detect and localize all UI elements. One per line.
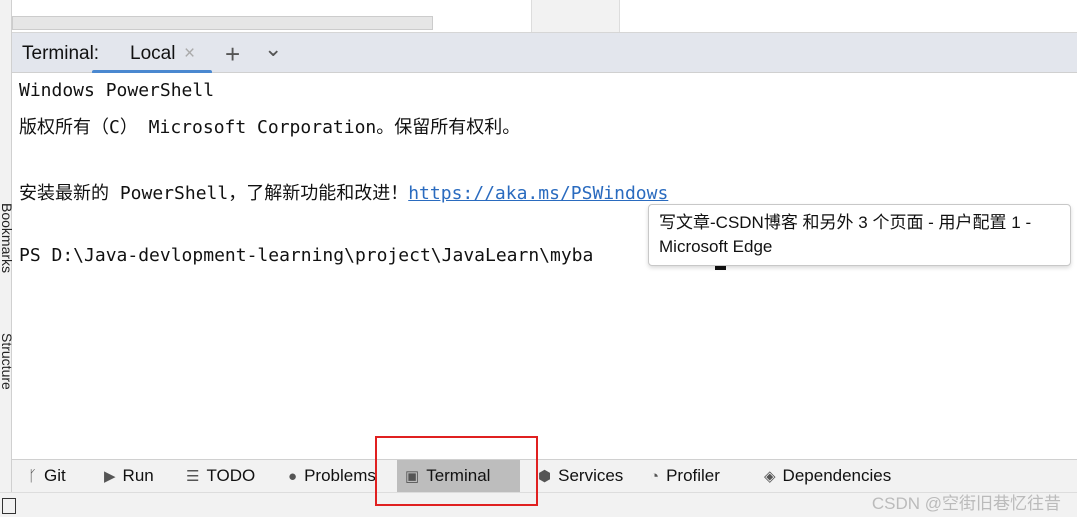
terminal-line: Windows PowerShell [19, 80, 215, 101]
add-tab-icon[interactable]: + [225, 39, 240, 70]
toolbar-services[interactable]: ⬢ Services [530, 460, 631, 492]
watermark: CSDN @空街旧巷忆往昔 [871, 494, 1061, 513]
toolbar-git[interactable]: ᚴ Git [20, 460, 74, 492]
toolbar-todo[interactable]: ☰ TODO [178, 460, 263, 492]
terminal-output[interactable]: Windows PowerShell 版权所有（C） Microsoft Cor… [12, 73, 1077, 459]
play-icon: ▶ [104, 468, 116, 485]
toolbar-dependencies[interactable]: ◈ Dependencies [756, 460, 899, 492]
terminal-line: 安装最新的 PowerShell，了解新功能和改进！ [19, 183, 409, 204]
taskbar-tooltip: 写文章-CSDN博客 和另外 3 个页面 - 用户配置 1 - Microsof… [648, 204, 1071, 266]
profiler-icon: ◔ [650, 467, 660, 485]
horizontal-scrollbar[interactable] [12, 16, 433, 30]
toolbar-run[interactable]: ▶ Run [96, 460, 162, 492]
status-bar: CSDN @空街旧巷忆往昔 [0, 492, 1077, 517]
powershell-link[interactable]: https://aka.ms/PSWindows [408, 183, 668, 204]
services-icon: ⬢ [538, 468, 552, 485]
git-branch-icon: ᚴ [28, 467, 38, 485]
close-icon[interactable]: × [184, 43, 195, 65]
editor-gutter-panel [531, 0, 620, 32]
terminal-tab-bar: Terminal: Local × + ⌄ [12, 32, 1077, 74]
terminal-label: Terminal: [22, 43, 100, 64]
tab-local[interactable]: Local [130, 43, 175, 65]
chevron-down-icon[interactable]: ⌄ [264, 36, 282, 62]
terminal-line: 版权所有（C） Microsoft Corporation。保留所有权利。 [19, 117, 521, 138]
bottom-tool-window-bar: ᚴ Git ▶ Run ☰ TODO ● Problems ▣ Terminal ⬢ Ser… [12, 459, 1077, 492]
tooltip-line: Microsoft Edge [659, 237, 773, 256]
panel-toggle-icon[interactable] [2, 498, 16, 514]
tooltip-line: 写文章-CSDN博客 和另外 3 个页面 - 用户配置 1 - [659, 213, 1032, 232]
alert-icon: ● [288, 467, 298, 485]
left-tool-strip: Bookmarks Structure [0, 0, 15, 492]
toolbar-profiler[interactable]: ◔ Profiler [642, 460, 728, 492]
highlight-box [375, 436, 538, 506]
list-icon: ☰ [186, 468, 200, 485]
toolbar-problems[interactable]: ● Problems [280, 460, 384, 492]
layers-icon: ◈ [764, 468, 776, 485]
terminal-prompt: PS D:\Java-devlopment-learning\project\J… [19, 245, 594, 266]
